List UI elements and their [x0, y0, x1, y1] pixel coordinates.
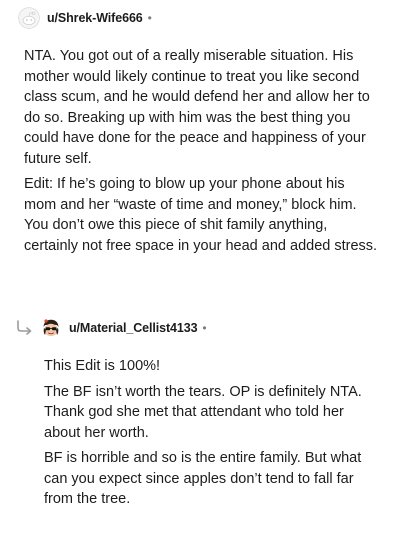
comment-paragraph: This Edit is 100%!	[44, 358, 161, 374]
comment-body: This Edit is 100%! The BF isn’t worth th…	[44, 356, 384, 510]
meta-separator: •	[202, 321, 207, 335]
sunglasses-snoo-avatar-icon[interactable]	[40, 317, 62, 339]
default-reddit-avatar-icon[interactable]	[18, 7, 40, 29]
comment-username[interactable]: u/Shrek-Wife666	[47, 11, 143, 25]
comment-body: NTA. You got out of a really miserable s…	[24, 46, 380, 256]
comment-username[interactable]: u/Material_Cellist4133	[69, 321, 198, 335]
comment-paragraph: NTA. You got out of a really miserable s…	[24, 48, 370, 167]
comment-shrek-wife666: u/Shrek-Wife666 • NTA. You got out of a …	[0, 4, 400, 254]
comment-header: u/Material_Cellist4133 •	[0, 314, 400, 342]
comment-header: u/Shrek-Wife666 •	[0, 4, 400, 32]
comment-paragraph: BF is horrible and so is the entire fami…	[44, 450, 362, 507]
comment-paragraph: Edit: If he’s going to blow up your phon…	[24, 176, 378, 254]
comment-material-cellist4133: u/Material_Cellist4133 • This Edit is 10…	[0, 314, 400, 507]
reply-arrow-icon	[16, 320, 36, 336]
meta-separator: •	[147, 11, 152, 25]
comment-paragraph: The BF isn’t worth the tears. OP is defi…	[44, 383, 362, 441]
